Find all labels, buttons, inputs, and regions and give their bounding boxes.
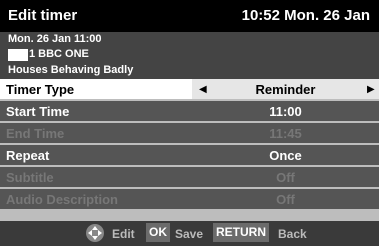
return-key[interactable]: RETURN: [213, 223, 269, 242]
programme-info: Mon. 26 Jan 11:00 1 BBC ONE Houses Behav…: [0, 32, 379, 79]
row-end-time: End Time 11:45: [0, 123, 379, 145]
row-value: 11:00: [269, 104, 302, 119]
footer-hints: Edit OK Save RETURN Back: [0, 221, 379, 246]
row-label: End Time: [6, 126, 65, 141]
arrow-right-icon[interactable]: ▶: [367, 84, 375, 95]
row-timer-type[interactable]: Timer Type ◀ Reminder ▶: [0, 79, 379, 101]
save-hint: Save: [175, 227, 204, 241]
row-value: Off: [276, 170, 295, 185]
edit-hint: Edit: [112, 227, 135, 241]
header-bar: Edit timer 10:52 Mon. 26 Jan: [0, 0, 379, 32]
screen-title: Edit timer: [8, 7, 78, 24]
programme-name: Houses Behaving Badly: [8, 64, 134, 76]
ok-key[interactable]: OK: [146, 223, 170, 242]
row-label: Audio Description: [6, 192, 118, 207]
row-label: Start Time: [6, 104, 70, 119]
row-subtitle: Subtitle Off: [0, 167, 379, 189]
back-hint: Back: [278, 227, 307, 241]
row-value: Off: [276, 192, 295, 207]
row-label: Timer Type: [6, 82, 75, 97]
row-value: 11:45: [269, 126, 302, 141]
row-start-time[interactable]: Start Time 11:00: [0, 101, 379, 123]
programme-datetime: Mon. 26 Jan 11:00: [8, 33, 102, 45]
timer-settings-list: Timer Type ◀ Reminder ▶ Start Time 11:00…: [0, 79, 379, 211]
row-repeat[interactable]: Repeat Once: [0, 145, 379, 167]
dpad-icon: [86, 224, 104, 242]
clock: 10:52 Mon. 26 Jan: [241, 7, 370, 24]
row-label: Subtitle: [6, 170, 54, 185]
programme-channel: 1 BBC ONE: [29, 48, 89, 60]
row-label: Repeat: [6, 148, 50, 163]
channel-icon: [8, 49, 28, 61]
row-value: Once: [269, 148, 302, 163]
row-audio-description: Audio Description Off: [0, 189, 379, 211]
row-value: Reminder: [255, 82, 316, 97]
